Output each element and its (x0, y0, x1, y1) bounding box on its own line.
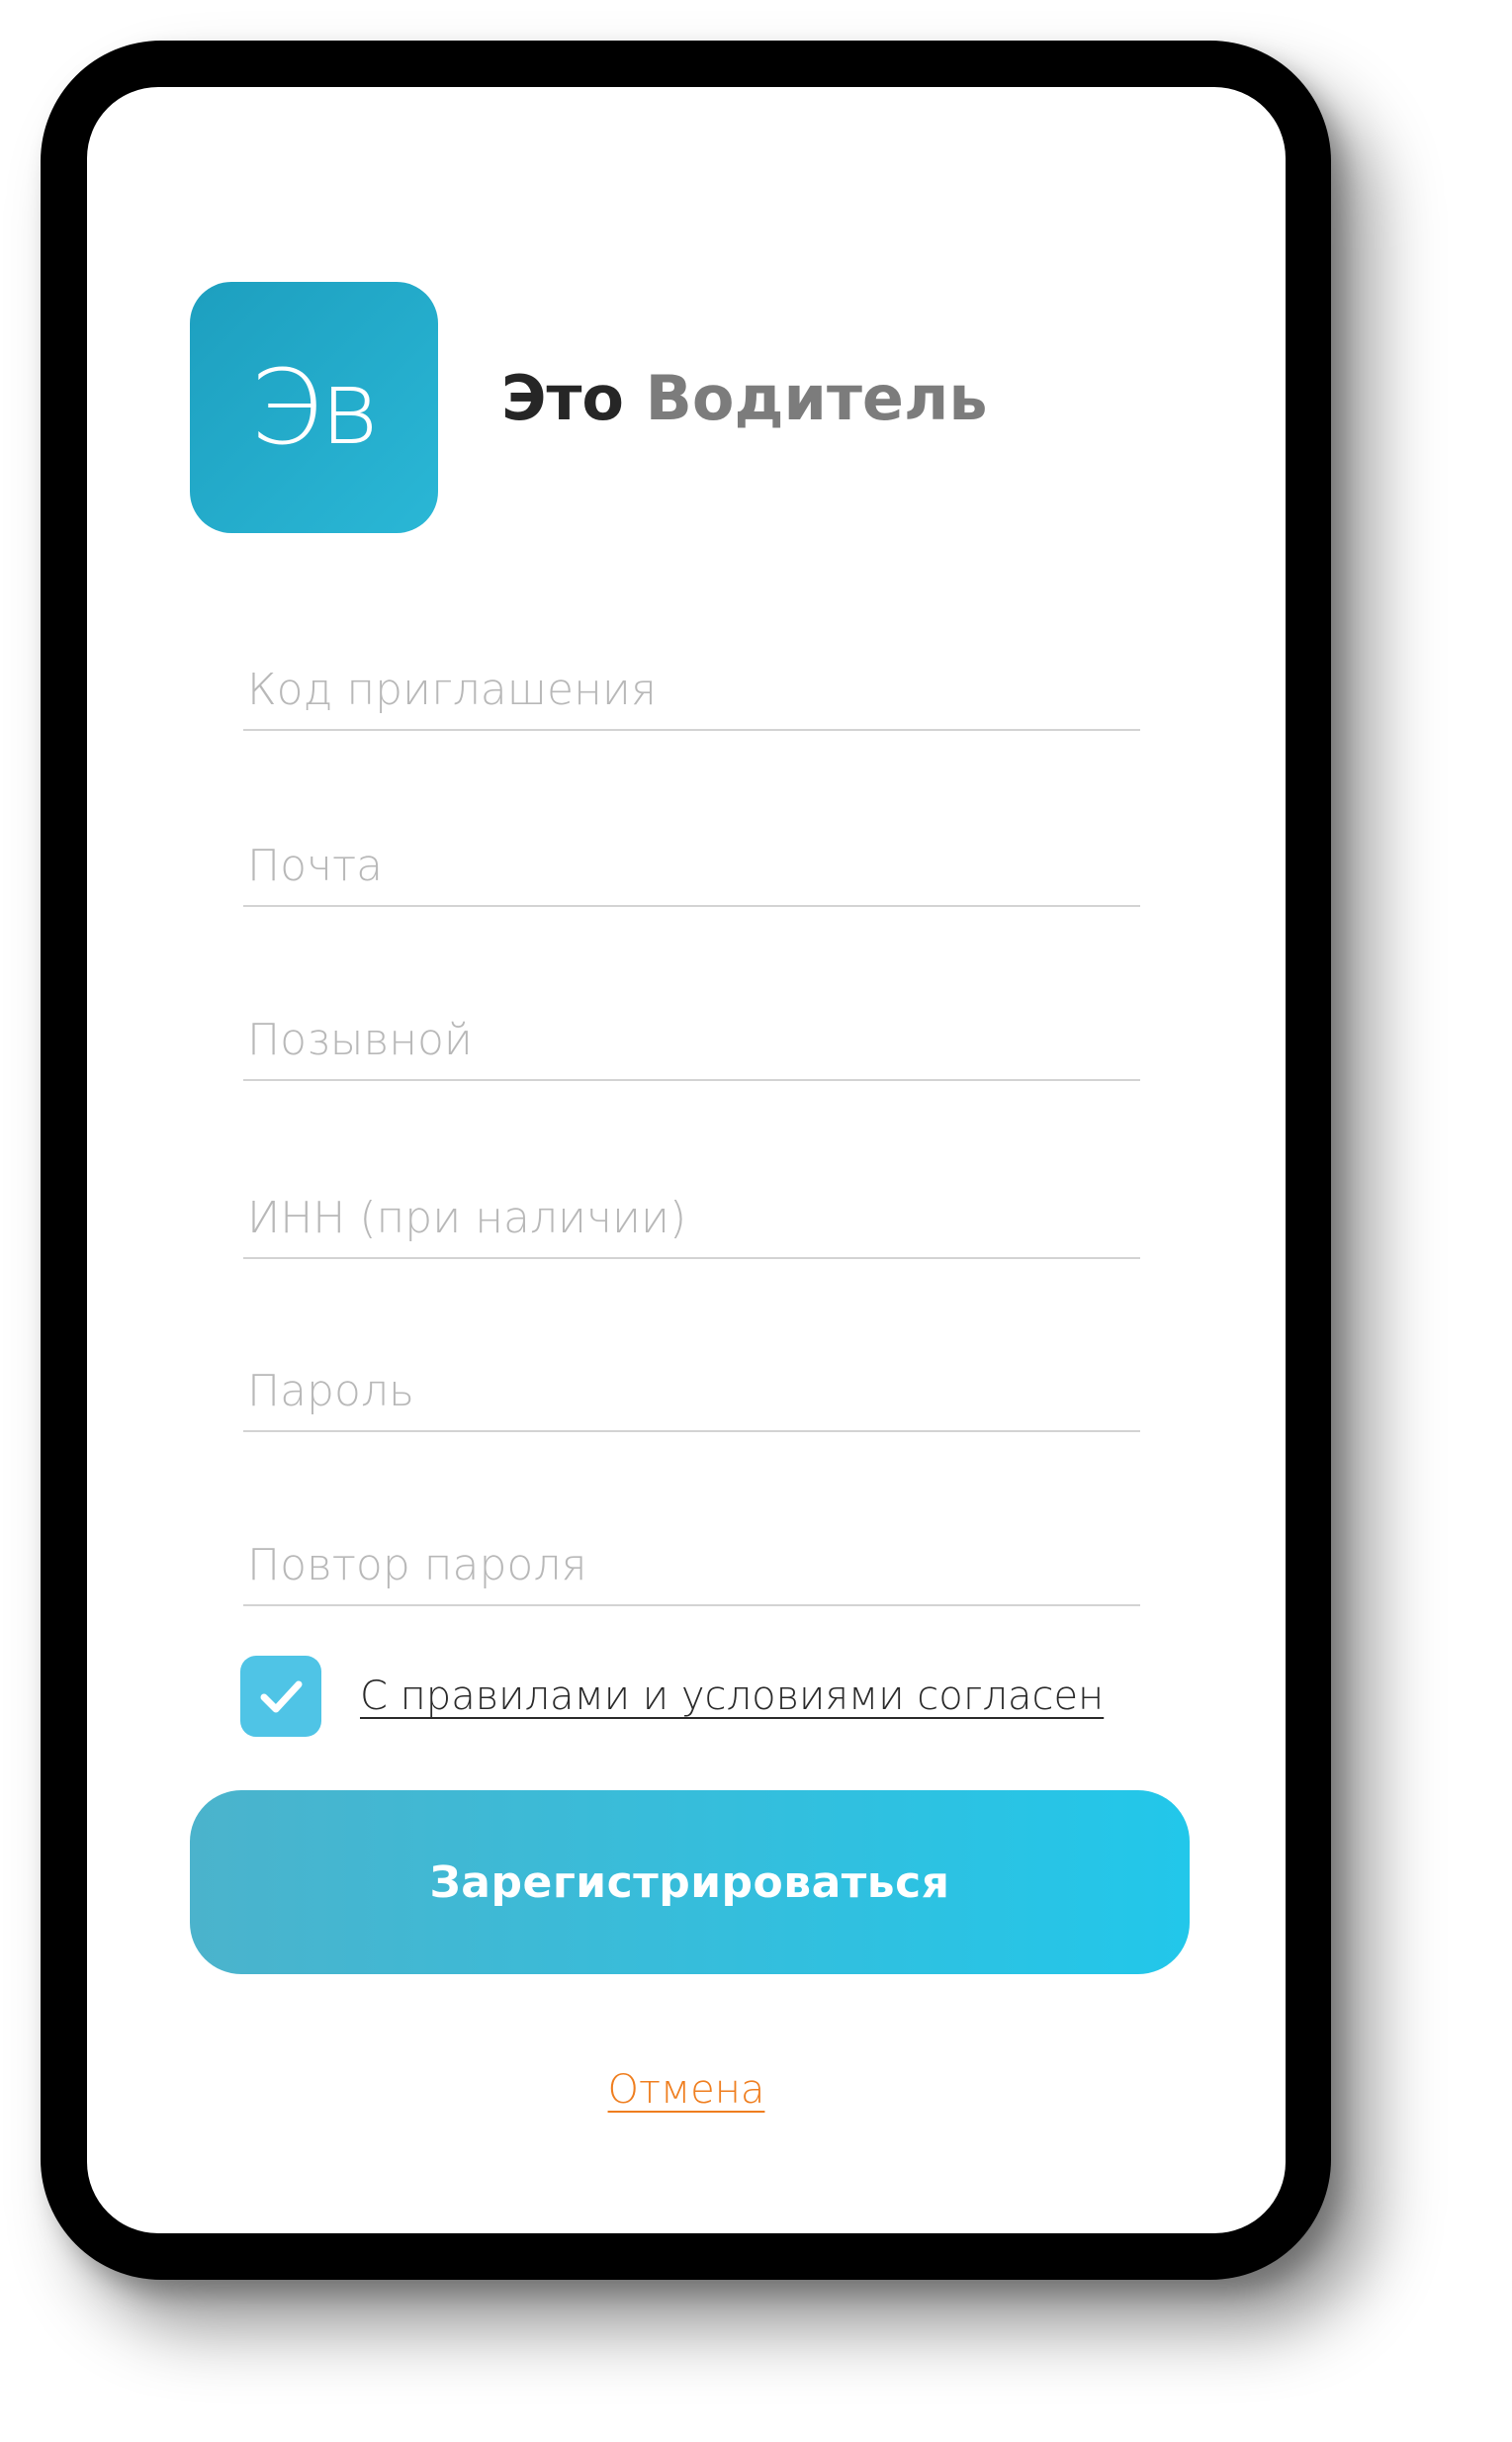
app-name-first-word: Это (501, 362, 625, 434)
registration-screen: Эв Это Водитель Код приглашения Почта По… (87, 87, 1286, 2233)
inn-field[interactable] (243, 1168, 1144, 1259)
password-repeat-field[interactable] (243, 1515, 1144, 1606)
inn-input[interactable] (243, 1193, 1144, 1243)
password-field[interactable] (243, 1341, 1144, 1432)
cancel-link-row: Отмена (87, 2067, 1286, 2113)
invite-code-input[interactable] (243, 665, 1144, 715)
password-repeat-input[interactable] (243, 1540, 1144, 1590)
device-frame: Эв Это Водитель Код приглашения Почта По… (41, 41, 1331, 2280)
callsign-input[interactable] (243, 1015, 1144, 1065)
cancel-link[interactable]: Отмена (608, 2067, 765, 2113)
terms-checkbox[interactable] (240, 1656, 321, 1737)
app-name: Это Водитель (501, 368, 988, 429)
invite-code-field[interactable] (243, 640, 1144, 731)
page-canvas: Эв Это Водитель Код приглашения Почта По… (0, 0, 1512, 2442)
email-field[interactable] (243, 816, 1144, 907)
app-name-second-word: Водитель (645, 362, 988, 434)
register-button[interactable]: Зарегистрироваться (190, 1790, 1190, 1974)
check-icon (260, 1680, 303, 1713)
callsign-field[interactable] (243, 990, 1144, 1081)
app-logo-mark: Эв (249, 347, 381, 468)
terms-link[interactable]: С правилами и условиями согласен (360, 1673, 1104, 1719)
app-logo: Эв (190, 282, 438, 533)
email-input[interactable] (243, 841, 1144, 891)
terms-agree-row[interactable]: С правилами и условиями согласен (240, 1655, 1104, 1738)
password-input[interactable] (243, 1366, 1144, 1416)
register-button-label: Зарегистрироваться (429, 1856, 950, 1908)
